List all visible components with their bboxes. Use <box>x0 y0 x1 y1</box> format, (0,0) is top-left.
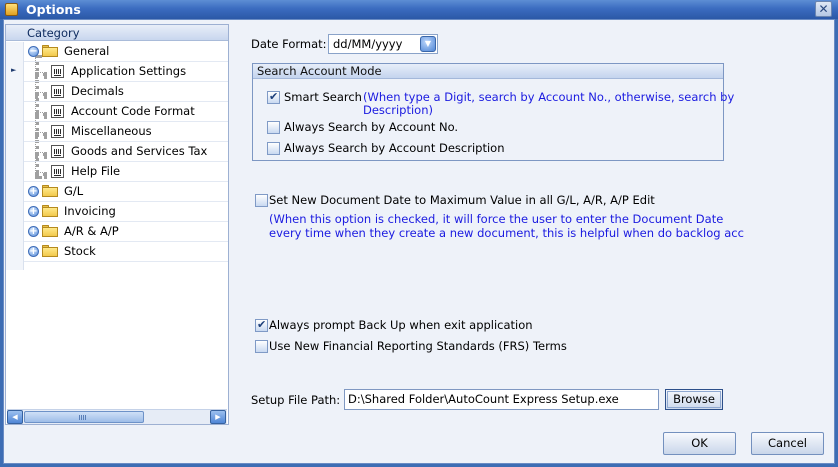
row-separator <box>24 261 228 262</box>
folder-icon <box>42 225 58 237</box>
row-indicator <box>6 262 24 270</box>
scroll-right-icon[interactable]: ▶ <box>210 410 226 424</box>
tree-node-invoicing[interactable]: + Invoicing <box>24 202 228 222</box>
grip-icon <box>79 415 87 420</box>
settings-page-icon <box>51 85 64 98</box>
folder-icon <box>42 185 58 197</box>
smart-search-label: Smart Search <box>284 90 362 104</box>
settings-page-icon <box>51 65 64 78</box>
collapse-icon[interactable]: − <box>28 46 39 57</box>
max-document-date-note: (When this option is checked, it will fo… <box>269 212 724 226</box>
cancel-button[interactable]: Cancel <box>751 432 824 455</box>
expand-icon[interactable]: + <box>28 206 39 217</box>
row-indicator <box>6 142 24 162</box>
tree-node-label: General <box>64 44 110 58</box>
scroll-left-icon[interactable]: ◀ <box>7 410 23 424</box>
scrollbar-thumb[interactable] <box>24 411 144 423</box>
frs-terms-label: Use New Financial Reporting Standards (F… <box>269 339 567 353</box>
max-document-date-note-cont: every time when they create a new docume… <box>269 226 744 240</box>
row-indicator <box>6 102 24 122</box>
group-title: Search Account Mode <box>257 64 382 78</box>
tree-node-label: Miscellaneous <box>71 124 152 138</box>
title-bar[interactable]: Options ✕ <box>0 0 838 19</box>
smart-search-note-cont: Description) <box>363 103 433 117</box>
expand-icon[interactable]: + <box>28 226 39 237</box>
options-dialog: Options ✕ Category ► − General Applicati… <box>0 0 838 467</box>
row-indicator <box>6 122 24 142</box>
tree-node-label: Application Settings <box>71 64 187 78</box>
row-indicator <box>6 202 24 222</box>
tree-node-label: Help File <box>71 164 121 178</box>
folder-icon <box>42 205 58 217</box>
tree-node-gl[interactable]: + G/L <box>24 182 228 202</box>
chevron-down-icon[interactable]: ▼ <box>420 36 436 52</box>
row-indicator <box>6 182 24 202</box>
expand-icon[interactable]: + <box>28 186 39 197</box>
tree-node-help-file[interactable]: Help File <box>24 162 228 182</box>
tree-node-stock[interactable]: + Stock <box>24 242 228 262</box>
setup-file-path-input[interactable]: D:\Shared Folder\AutoCount Express Setup… <box>344 389 659 410</box>
row-indicator <box>6 82 24 102</box>
frs-terms-checkbox[interactable] <box>255 340 268 353</box>
tree-node-decimals[interactable]: Decimals <box>24 82 228 102</box>
date-format-dropdown[interactable]: dd/MM/yyyy ▼ <box>328 34 438 54</box>
max-document-date-label: Set New Document Date to Maximum Value i… <box>269 193 655 207</box>
close-button[interactable]: ✕ <box>815 1 832 17</box>
app-icon <box>5 3 18 16</box>
tree-node-ar-ap[interactable]: + A/R & A/P <box>24 222 228 242</box>
category-tree: Category − <box>5 24 229 425</box>
max-document-date-checkbox[interactable] <box>255 194 268 207</box>
search-by-description-checkbox[interactable] <box>267 142 280 155</box>
row-indicator <box>6 222 24 242</box>
backup-prompt-checkbox[interactable] <box>255 318 268 332</box>
settings-page-icon <box>51 105 64 118</box>
folder-icon <box>42 245 58 257</box>
smart-search-note: (When type a Digit, search by Account No… <box>363 90 735 104</box>
tree-node-miscellaneous[interactable]: Miscellaneous <box>24 122 228 142</box>
row-indicator <box>6 162 24 182</box>
backup-prompt-label: Always prompt Back Up when exit applicat… <box>269 318 533 332</box>
group-header: Search Account Mode <box>253 64 723 79</box>
tree-node-label: Stock <box>64 244 96 258</box>
horizontal-scrollbar[interactable]: ◀ ▶ <box>7 409 227 424</box>
search-by-account-no-checkbox[interactable] <box>267 121 280 134</box>
search-by-account-no-label: Always Search by Account No. <box>284 120 459 134</box>
category-header: Category <box>6 25 228 41</box>
row-indicator <box>6 242 24 262</box>
date-format-value: dd/MM/yyyy <box>333 37 403 51</box>
ok-button[interactable]: OK <box>663 432 736 455</box>
row-indicator-current <box>6 62 24 82</box>
settings-page-icon <box>51 145 64 158</box>
setup-file-path-label: Setup File Path: <box>251 393 341 407</box>
tree-node-account-code-format[interactable]: Account Code Format <box>24 102 228 122</box>
dialog-body: Category − <box>3 19 835 464</box>
window-title: Options <box>26 2 81 17</box>
expand-icon[interactable]: + <box>28 246 39 257</box>
category-header-label: Category <box>27 26 80 40</box>
smart-search-checkbox[interactable] <box>267 90 280 104</box>
browse-button[interactable]: Browse <box>665 389 723 410</box>
folder-icon <box>42 45 58 57</box>
tree-node-gst[interactable]: Goods and Services Tax <box>24 142 228 162</box>
tree-node-label: Invoicing <box>64 204 116 218</box>
row-indicator <box>6 42 24 62</box>
settings-page-icon <box>51 125 64 138</box>
tree-node-label: A/R & A/P <box>64 224 119 238</box>
tree-node-label: G/L <box>64 184 84 198</box>
close-icon: ✕ <box>818 2 829 16</box>
tree-node-label: Goods and Services Tax <box>71 144 208 158</box>
tree-node-label: Account Code Format <box>71 104 195 118</box>
tree-node-general[interactable]: − General <box>24 42 228 62</box>
settings-page-icon <box>51 165 64 178</box>
tree-node-application-settings[interactable]: Application Settings <box>24 62 228 82</box>
tree-node-label: Decimals <box>71 84 124 98</box>
search-by-description-label: Always Search by Account Description <box>284 141 505 155</box>
date-format-label: Date Format: <box>251 37 327 51</box>
